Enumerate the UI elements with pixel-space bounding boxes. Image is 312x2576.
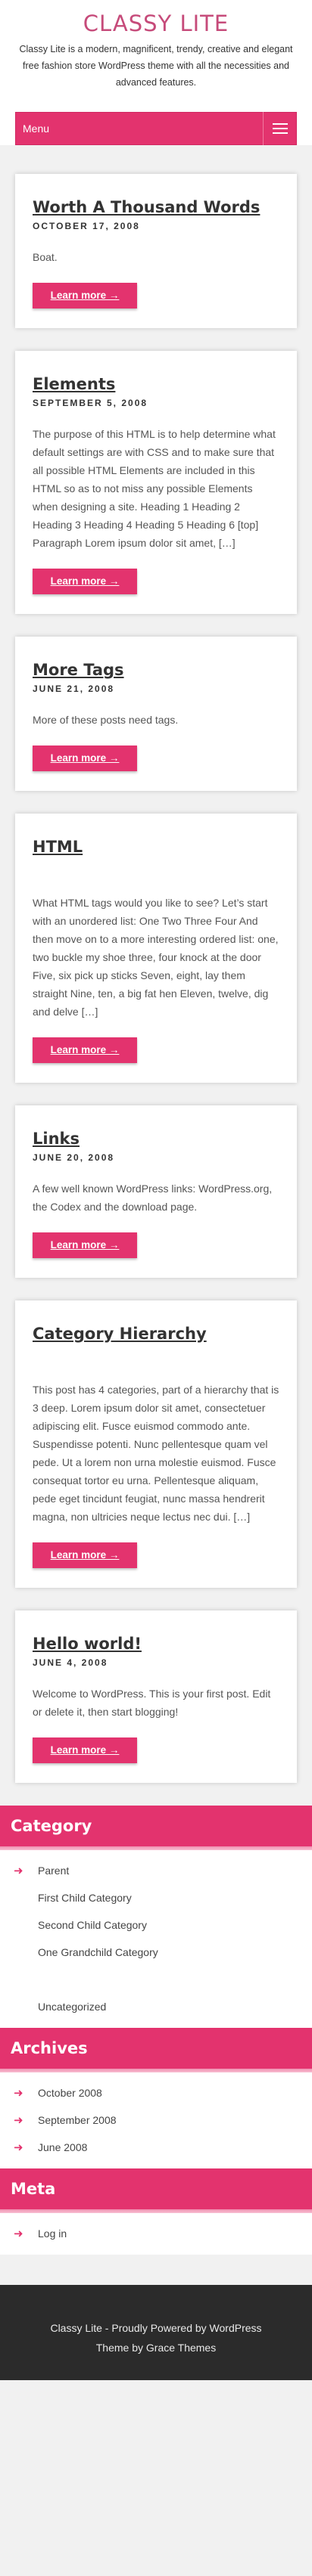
post-excerpt: More of these posts need tags.	[33, 714, 179, 726]
footer-credit: Classy Lite - Proudly Powered by WordPre…	[50, 2322, 262, 2334]
sign-in-arrow-icon: ➜	[14, 1865, 23, 1877]
menu-bar-wrap: Menu	[0, 98, 312, 145]
category-item-grandchild[interactable]: One Grandchild Category	[0, 1939, 312, 1966]
post-title[interactable]: Worth A Thousand Words	[33, 198, 260, 216]
meta-item-login[interactable]: ➜ Log in	[0, 2220, 312, 2247]
post-title[interactable]: Elements	[33, 375, 115, 393]
sign-in-arrow-icon: ➜	[14, 2114, 23, 2127]
post-card: HTML What HTML tags would you like to se…	[15, 814, 297, 1083]
post-excerpt: Welcome to WordPress. This is your first…	[33, 1688, 271, 1718]
sign-in-arrow-icon: ➜	[14, 2087, 23, 2100]
meta-list: ➜ Log in	[0, 2209, 312, 2255]
category-label[interactable]: Uncategorized	[38, 2001, 106, 2013]
learn-more-button[interactable]: Learn more →	[33, 569, 137, 594]
post-card: Category Hierarchy This post has 4 categ…	[15, 1300, 297, 1588]
category-label[interactable]: First Child Category	[38, 1892, 132, 1904]
post-excerpt: A few well known WordPress links: WordPr…	[33, 1183, 273, 1213]
hamburger-icon[interactable]	[263, 112, 296, 145]
post-date: JUNE 4, 2008	[33, 1657, 108, 1668]
category-list: ➜ Parent First Child Category Second Chil…	[0, 1846, 312, 2028]
widget-title: Meta	[0, 2168, 312, 2213]
post-card: Hello world! JUNE 4, 2008 Welcome to Wor…	[15, 1610, 297, 1783]
menu-bar[interactable]: Menu	[15, 112, 297, 145]
sidebar-widgets: Category ➜ Parent First Child Category Se…	[0, 1806, 312, 2255]
site-title[interactable]: CLASSY LITE	[0, 9, 312, 38]
category-item-first-child[interactable]: First Child Category	[0, 1884, 312, 1911]
category-label[interactable]: Parent	[38, 1865, 69, 1877]
category-item-uncategorized[interactable]: Uncategorized	[0, 1993, 312, 2020]
archive-item[interactable]: ➜ October 2008	[0, 2079, 312, 2106]
category-label[interactable]: One Grandchild Category	[38, 1946, 158, 1958]
post-excerpt: This post has 4 categories, part of a hi…	[33, 1384, 279, 1523]
post-title[interactable]: Category Hierarchy	[33, 1325, 207, 1343]
post-excerpt: What HTML tags would you like to see? Le…	[33, 897, 279, 1018]
post-title[interactable]: HTML	[33, 838, 83, 856]
sign-in-arrow-icon: ➜	[14, 2227, 23, 2240]
site-header: CLASSY LITE Classy Lite is a modern, mag…	[0, 0, 312, 98]
archive-item[interactable]: ➜ June 2008	[0, 2134, 312, 2161]
learn-more-button[interactable]: Learn more →	[33, 1542, 137, 1568]
post-date: JUNE 21, 2008	[33, 684, 115, 694]
site-footer: Classy Lite - Proudly Powered by WordPre…	[0, 2285, 312, 2380]
archives-widget: Archives ➜ October 2008 ➜ September 2008 ➜…	[0, 2028, 312, 2168]
learn-more-button[interactable]: Learn more →	[33, 746, 137, 771]
archives-list: ➜ October 2008 ➜ September 2008 ➜ June 2008	[0, 2069, 312, 2168]
archive-label[interactable]: June 2008	[38, 2141, 87, 2153]
archive-label[interactable]: September 2008	[38, 2114, 117, 2126]
archive-item[interactable]: ➜ September 2008	[0, 2106, 312, 2134]
footer-theme-credit[interactable]: Theme by Grace Themes	[15, 2338, 297, 2357]
post-card: Links JUNE 20, 2008 A few well known Wor…	[15, 1105, 297, 1278]
post-excerpt: Boat.	[33, 251, 58, 263]
category-item-second-child[interactable]: Second Child Category	[0, 1911, 312, 1939]
post-title[interactable]: Links	[33, 1130, 80, 1148]
meta-widget: Meta ➜ Log in	[0, 2168, 312, 2255]
archive-label[interactable]: October 2008	[38, 2087, 102, 2099]
category-label[interactable]: Second Child Category	[38, 1919, 147, 1931]
learn-more-button[interactable]: Learn more →	[33, 1737, 137, 1763]
learn-more-button[interactable]: Learn more →	[33, 283, 137, 308]
post-date: OCTOBER 17, 2008	[33, 221, 140, 231]
category-widget: Category ➜ Parent First Child Category Se…	[0, 1806, 312, 2028]
widget-title: Category	[0, 1806, 312, 1850]
post-list: Worth A Thousand Words OCTOBER 17, 2008 …	[0, 145, 312, 1783]
sign-in-arrow-icon: ➜	[14, 2141, 23, 2154]
post-title[interactable]: Hello world!	[33, 1635, 142, 1653]
post-excerpt: The purpose of this HTML is to help dete…	[33, 428, 276, 549]
post-title[interactable]: More Tags	[33, 661, 124, 679]
widget-title: Archives	[0, 2028, 312, 2072]
post-card: Worth A Thousand Words OCTOBER 17, 2008 …	[15, 174, 297, 328]
category-item-parent[interactable]: ➜ Parent	[0, 1857, 312, 1884]
learn-more-button[interactable]: Learn more →	[33, 1037, 137, 1063]
category-spacer	[0, 1966, 312, 1993]
menu-label[interactable]: Menu	[16, 122, 49, 135]
site-description: Classy Lite is a modern, magnificent, tr…	[19, 44, 293, 88]
post-date: SEPTEMBER 5, 2008	[33, 398, 148, 408]
post-date: JUNE 20, 2008	[33, 1152, 115, 1163]
post-card: More Tags JUNE 21, 2008 More of these po…	[15, 637, 297, 791]
meta-label[interactable]: Log in	[38, 2227, 67, 2240]
post-card: Elements SEPTEMBER 5, 2008 The purpose o…	[15, 351, 297, 614]
learn-more-button[interactable]: Learn more →	[33, 1232, 137, 1258]
